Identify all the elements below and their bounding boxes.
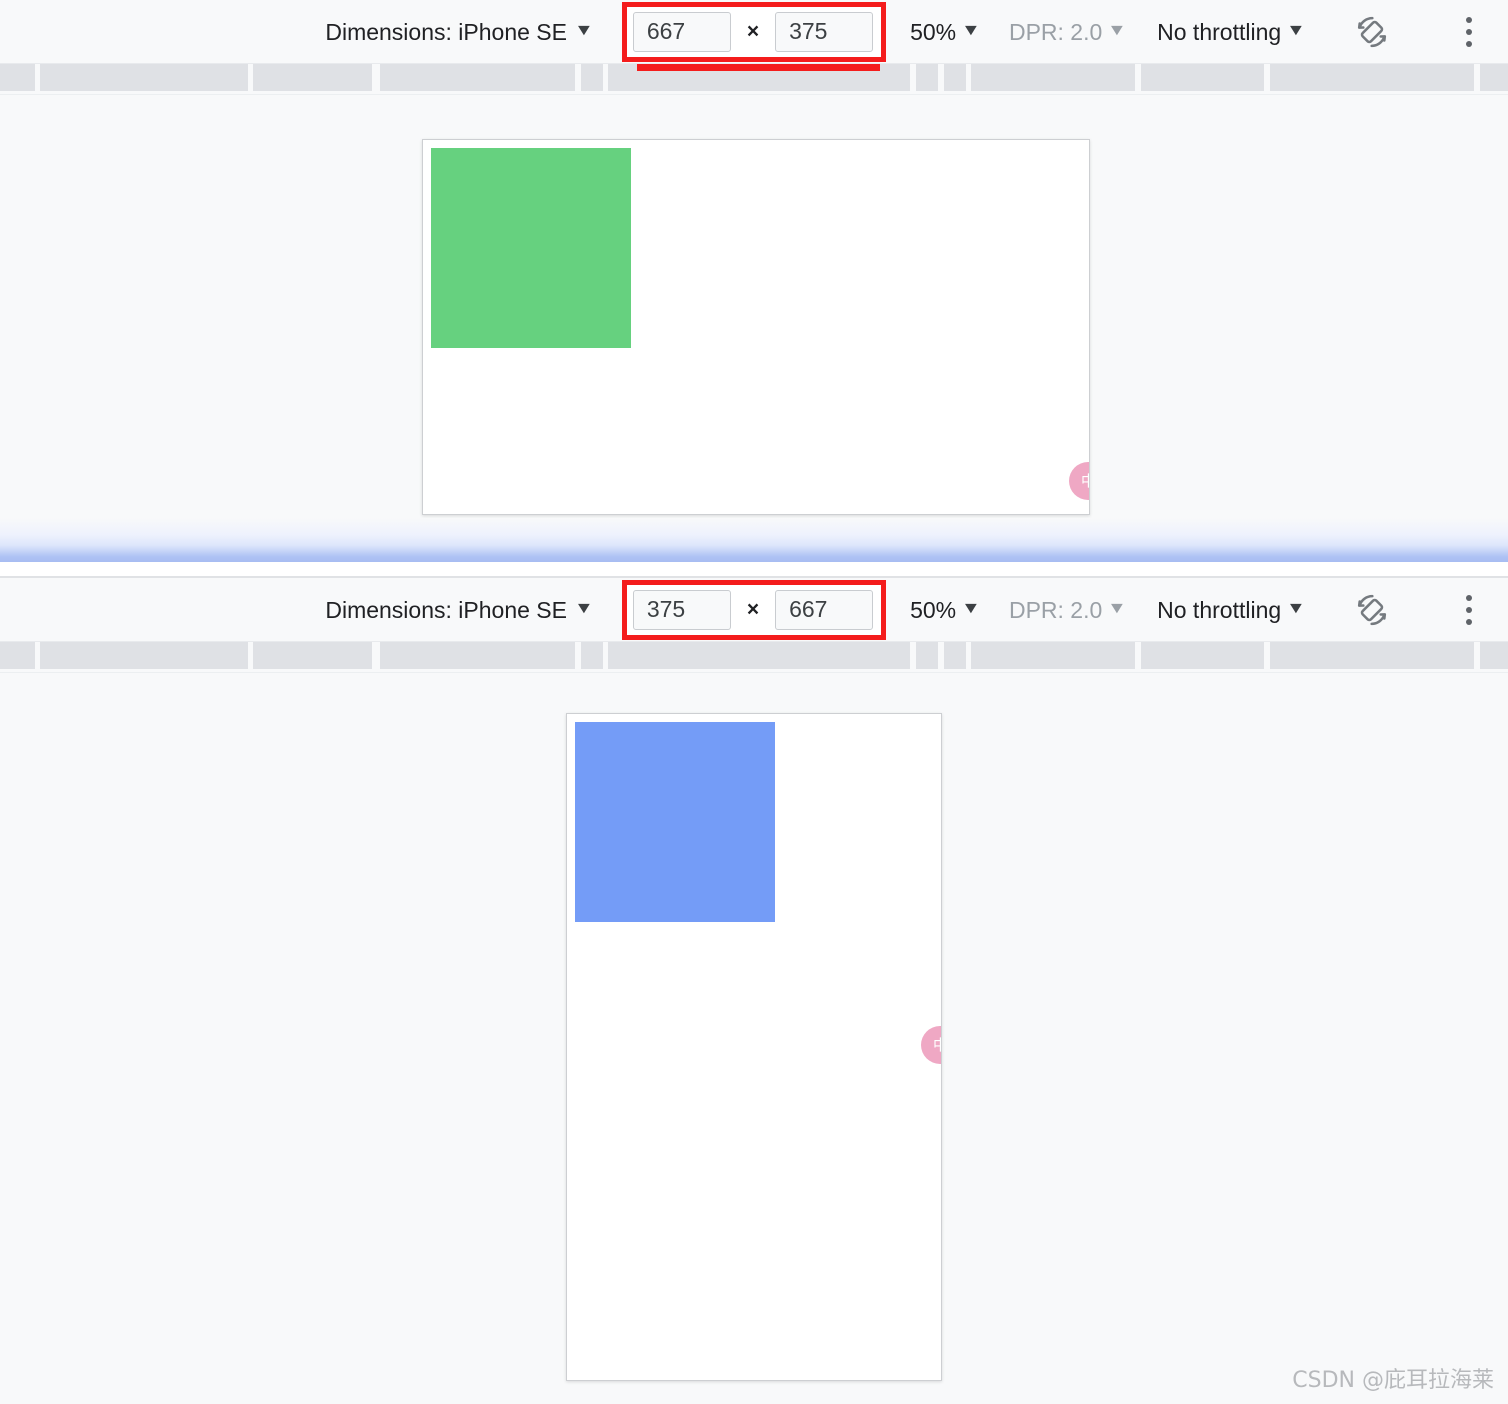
size-multiply-symbol: ×	[746, 19, 760, 43]
size-multiply-symbol: ×	[746, 597, 760, 621]
screenshot-root: Dimensions: iPhone SE ▼ × 50% ▼ DPR: 2.0…	[0, 0, 1508, 1404]
ime-floating-badge[interactable]: 中	[921, 1026, 941, 1064]
device-dimensions-label: Dimensions: iPhone SE	[325, 18, 567, 45]
ruler-segment	[581, 64, 603, 91]
chevron-down-icon: ▼	[573, 599, 594, 617]
rotate-device-icon[interactable]	[1350, 588, 1394, 632]
viewport-size-highlight-box-portrait: ×	[621, 579, 887, 640]
kebab-menu-icon[interactable]	[1452, 10, 1486, 54]
zoom-selector-portrait[interactable]: 50% ▼	[910, 588, 981, 632]
chevron-down-icon: ▼	[1286, 21, 1306, 39]
chevron-down-icon: ▼	[1107, 21, 1128, 39]
chevron-down-icon: ▼	[961, 599, 981, 617]
ime-floating-badge[interactable]: 中	[1069, 462, 1089, 500]
ruler-segment	[1141, 64, 1264, 91]
network-throttling-selector-landscape[interactable]: No throttling ▼	[1157, 10, 1306, 54]
devtools-capture-portrait: Dimensions: iPhone SE ▼ × 50% ▼ DPR: 2.0…	[0, 576, 1508, 1404]
viewport-size-highlight-box-landscape: ×	[621, 1, 887, 62]
rotate-device-icon[interactable]	[1350, 10, 1394, 54]
network-throttling-selector-portrait[interactable]: No throttling ▼	[1157, 588, 1306, 632]
csdn-watermark: CSDN @庇耳拉海莱	[1292, 1368, 1494, 1393]
dpr-selector-landscape[interactable]: DPR: 2.0 ▼	[1009, 10, 1127, 54]
viewport-ruler-landscape[interactable]	[0, 64, 1508, 95]
dpr-label: DPR: 2.0	[1008, 596, 1103, 623]
viewport-width-input[interactable]	[632, 11, 731, 52]
ruler-segment	[1480, 64, 1508, 91]
ruler-segment	[608, 642, 910, 669]
ruler-segment	[944, 642, 966, 669]
ruler-segment	[380, 642, 566, 669]
device-stage-landscape: 中	[0, 95, 1508, 561]
ruler-segment	[253, 64, 372, 91]
kebab-dot	[1466, 28, 1472, 35]
zoom-selector-landscape[interactable]: 50% ▼	[910, 10, 981, 54]
devtools-capture-landscape: Dimensions: iPhone SE ▼ × 50% ▼ DPR: 2.0…	[0, 0, 1508, 562]
zoom-label: 50%	[910, 596, 957, 623]
throttling-label: No throttling	[1157, 18, 1282, 45]
ruler-segment	[916, 64, 938, 91]
zoom-label: 50%	[910, 18, 957, 45]
ruler-segment	[553, 64, 575, 91]
chevron-down-icon: ▼	[1107, 599, 1128, 617]
device-toolbar-landscape: Dimensions: iPhone SE ▼ × 50% ▼ DPR: 2.0…	[0, 0, 1508, 64]
ruler-selection-marker	[637, 64, 880, 71]
device-dimensions-selector-landscape[interactable]: Dimensions: iPhone SE ▼	[325, 10, 593, 54]
kebab-menu-icon[interactable]	[1452, 588, 1486, 632]
kebab-dot	[1466, 16, 1472, 23]
green-color-block	[431, 148, 631, 348]
ruler-segment	[0, 64, 35, 91]
device-toolbar-portrait: Dimensions: iPhone SE ▼ × 50% ▼ DPR: 2.0…	[0, 578, 1508, 642]
ruler-segment	[1270, 64, 1474, 91]
ruler-segment	[1480, 642, 1508, 669]
ruler-segment	[581, 642, 603, 669]
kebab-dot	[1466, 594, 1472, 601]
ruler-segment	[40, 64, 248, 91]
blue-color-block	[575, 722, 775, 922]
chevron-down-icon: ▼	[961, 21, 981, 39]
dpr-label: DPR: 2.0	[1008, 18, 1103, 45]
ruler-segment	[971, 64, 1135, 91]
device-dimensions-selector-portrait[interactable]: Dimensions: iPhone SE ▼	[325, 588, 593, 632]
ruler-segment	[0, 642, 35, 669]
kebab-dot	[1466, 40, 1472, 47]
device-stage-portrait: 中	[0, 673, 1508, 1404]
ruler-segment	[1141, 642, 1264, 669]
ruler-segment	[971, 642, 1135, 669]
viewport-height-input[interactable]	[775, 11, 874, 52]
viewport-height-input[interactable]	[775, 589, 874, 630]
panel-divider-glow	[0, 518, 1508, 562]
throttling-label: No throttling	[1157, 596, 1282, 623]
ruler-segment	[380, 64, 566, 91]
kebab-dot	[1466, 618, 1472, 625]
dpr-selector-portrait[interactable]: DPR: 2.0 ▼	[1009, 588, 1127, 632]
chevron-down-icon: ▼	[573, 21, 594, 39]
viewport-width-input[interactable]	[632, 589, 731, 630]
kebab-dot	[1466, 606, 1472, 613]
ruler-segment	[553, 642, 575, 669]
device-viewport-portrait[interactable]: 中	[566, 713, 942, 1381]
ruler-segment	[1270, 642, 1474, 669]
chevron-down-icon: ▼	[1286, 599, 1306, 617]
device-viewport-landscape[interactable]: 中	[422, 139, 1090, 515]
ruler-segment	[916, 642, 938, 669]
ruler-segment	[253, 642, 372, 669]
ruler-segment	[40, 642, 248, 669]
device-dimensions-label: Dimensions: iPhone SE	[325, 596, 567, 623]
ruler-segment	[944, 64, 966, 91]
viewport-ruler-portrait[interactable]	[0, 642, 1508, 673]
